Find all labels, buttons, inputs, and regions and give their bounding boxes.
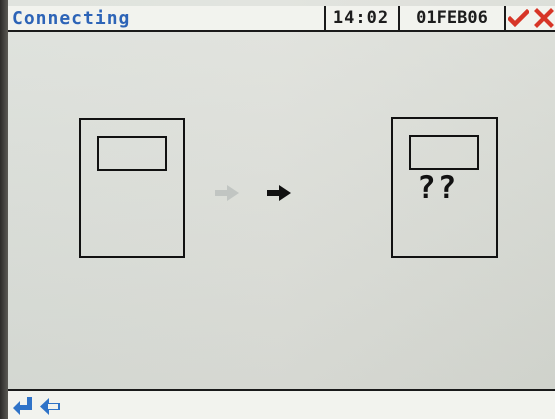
enter-arrow-icon xyxy=(13,397,32,415)
cancel-button[interactable] xyxy=(532,6,555,30)
remote-device: ?? xyxy=(391,117,498,258)
status-divider xyxy=(504,6,506,30)
bottom-navigation-bar xyxy=(8,389,555,419)
back-arrow-icon xyxy=(40,398,60,415)
right-arrow-icon xyxy=(215,185,239,201)
connecting-screen: Connecting 14:02 01FEB06 ?? xyxy=(0,0,555,419)
right-arrow-icon xyxy=(267,185,291,201)
remote-device-status: ?? xyxy=(417,170,459,206)
local-device-screen xyxy=(97,136,167,171)
screen-title: Connecting xyxy=(12,8,131,29)
status-bar: Connecting 14:02 01FEB06 xyxy=(8,6,555,32)
confirm-button[interactable] xyxy=(507,6,530,30)
connection-arrow-faded xyxy=(214,184,240,202)
status-time: 14:02 xyxy=(332,8,390,28)
back-button[interactable] xyxy=(39,396,61,417)
remote-device-screen xyxy=(409,135,479,170)
local-device xyxy=(79,118,185,258)
connection-arrow-active xyxy=(266,184,292,202)
status-date: 01FEB06 xyxy=(416,8,488,28)
enter-button[interactable] xyxy=(12,396,34,417)
connection-diagram: ?? xyxy=(8,34,555,388)
close-icon xyxy=(533,8,554,28)
checkmark-icon xyxy=(508,8,529,27)
